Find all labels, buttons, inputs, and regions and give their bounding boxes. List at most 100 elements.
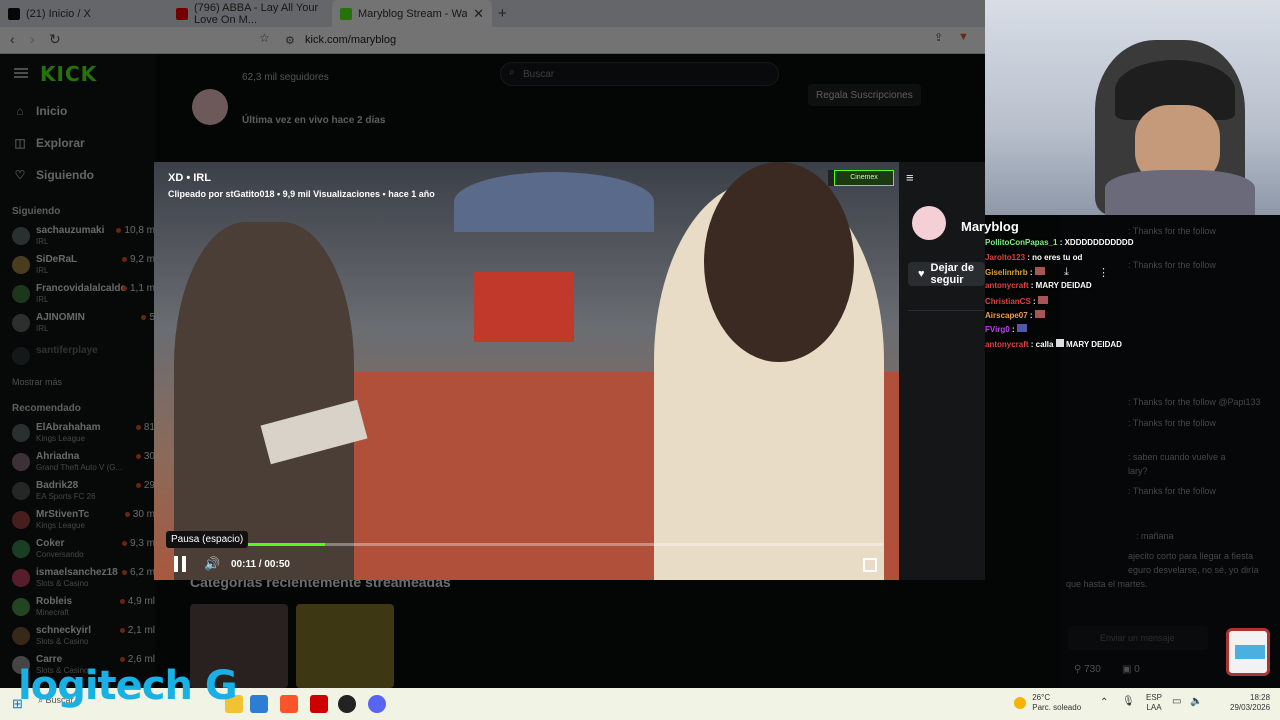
recommended-channel[interactable]: schneckyirl Slots & Casino 2,1 ml [12, 625, 155, 651]
app-icon[interactable] [310, 695, 328, 713]
chat-stat-points: ▣ 0 [1122, 664, 1140, 675]
nav-label: Siguiendo [36, 168, 94, 182]
chat-message: que hasta el martes. [1066, 579, 1148, 589]
avatar [12, 511, 30, 529]
recommended-channel[interactable]: Robleis Minecraft 4,9 ml [12, 596, 155, 622]
clock[interactable]: 18:28 29/03/2026 [1230, 693, 1270, 713]
forward-icon[interactable]: › [30, 31, 35, 47]
bookmark-icon[interactable]: ☆ [259, 31, 270, 45]
compass-icon: ◫ [14, 136, 26, 150]
clip-video[interactable]: XD • IRL Clipeado por stGatito018 • 9,9 … [154, 162, 899, 580]
clock-time: 18:28 [1250, 693, 1271, 702]
volume-icon[interactable]: 🔊 [204, 556, 220, 572]
volume-icon[interactable]: 🔈 [1190, 696, 1202, 707]
following-channel[interactable]: AJINOMIN IRL 5 [12, 312, 155, 338]
browser-tab-bar: (21) Inicio / X (796) ABBA - Lay All You… [0, 0, 985, 27]
category-thumbnail[interactable] [296, 604, 394, 688]
nav-siguiendo[interactable]: ♡ Siguiendo [14, 168, 94, 182]
new-tab-icon[interactable]: + [498, 5, 507, 22]
chat-message: : Thanks for the follow @Papi133 [1128, 397, 1261, 407]
channel-name: ismaelsanchez18 [36, 567, 118, 578]
nav-label: Inicio [36, 104, 68, 118]
following-channel[interactable]: SiDeRaL IRL 9,2 m [12, 254, 155, 280]
webcam-feed [985, 0, 1280, 215]
recommended-channel[interactable]: Ahriadna Grand Theft Auto V (G... 30 [12, 451, 155, 477]
channel-name: Coker [36, 538, 65, 549]
progress-bar[interactable] [168, 543, 883, 546]
channel-name: schneckyirl [36, 625, 92, 636]
menu-icon[interactable] [14, 68, 28, 78]
overlay-chat-line: FVirg0 : [985, 324, 1027, 334]
chat-message-input[interactable]: Enviar un mensaje [1068, 626, 1208, 650]
network-icon[interactable]: ▭ [1172, 696, 1181, 707]
overlay-chat-line: Airscape07 : [985, 310, 1045, 320]
temperature: 26°C [1032, 693, 1051, 702]
download-icon[interactable]: ⤓ [1064, 266, 1069, 279]
recommended-channel[interactable]: MrStivenTc Kings League 30 m [12, 509, 155, 535]
chat-user: PollitoConPapas_1 [985, 238, 1058, 247]
collapse-panel-icon[interactable]: ≡ [906, 170, 914, 185]
url-field[interactable]: kick.com/maryblog [305, 34, 396, 46]
chat-text: no eres tu od [1032, 253, 1083, 262]
emote-icon [1016, 324, 1027, 332]
tab-youtube[interactable]: (796) ABBA - Lay All Your Love On M... [168, 0, 330, 27]
channel-name: Francovidalalcalde [36, 283, 127, 294]
time-display: 00:11 / 00:50 [231, 559, 290, 570]
channel-name: AJINOMIN [36, 312, 85, 323]
nav-inicio[interactable]: ⌂ Inicio [14, 104, 67, 118]
microphone-icon[interactable]: 🎙 [1122, 696, 1135, 707]
discord-icon[interactable] [368, 695, 386, 713]
brave-icon[interactable]: ▼ [958, 31, 969, 43]
chat-message: : Thanks for the follow [1128, 418, 1216, 428]
back-icon[interactable]: ‹ [10, 31, 15, 47]
recommended-heading: Recomendado [12, 403, 81, 414]
store-icon[interactable] [250, 695, 268, 713]
brave-icon[interactable] [280, 695, 298, 713]
pause-button[interactable] [174, 556, 188, 572]
chat-stat-viewers: ⚲ 730 [1074, 664, 1101, 675]
live-dot-icon [121, 257, 127, 262]
pause-bar [174, 556, 178, 572]
obs-icon[interactable] [338, 695, 356, 713]
x-logo-icon [8, 7, 20, 20]
language-indicator[interactable]: ESP LAA [1146, 693, 1162, 713]
chevron-up-icon[interactable]: ⌃ [1100, 697, 1108, 708]
more-options-icon[interactable]: ⋮ [1098, 266, 1109, 279]
cart-shape [474, 272, 574, 342]
overlay-chat-line: PollitoConPapas_1 : XDDDDDDDDDDD [985, 238, 1134, 247]
following-channel[interactable]: santiferplaye [12, 345, 155, 371]
close-tab-icon[interactable]: ✕ [473, 6, 484, 22]
nav-explorar[interactable]: ◫ Explorar [14, 136, 84, 150]
channel-game: Slots & Casino [36, 637, 89, 646]
recommended-channel[interactable]: Badrik28 EA Sports FC 26 29 [12, 480, 155, 506]
channel-avatar[interactable] [912, 206, 946, 240]
weather-widget[interactable]: 26°C Parc. soleado [1014, 693, 1081, 713]
gift-subscriptions-button[interactable]: Regala Suscripciones [808, 84, 921, 106]
following-channel[interactable]: sachauzumaki IRL 10,8 m [12, 225, 155, 251]
show-more-link[interactable]: Mostrar más [12, 377, 62, 387]
recommended-channel[interactable]: Coker Conversando 9,3 m [12, 538, 155, 564]
unfollow-button[interactable]: ♥ Dejar de seguir [908, 262, 985, 286]
search-input[interactable]: ⌕ Buscar [500, 62, 779, 86]
channel-game: Kings League [36, 521, 85, 530]
recommended-channel[interactable]: ElAbrahaham Kings League 81 [12, 422, 155, 448]
reload-icon[interactable]: ↻ [49, 31, 61, 48]
chat-message: : mañana [1136, 531, 1174, 541]
live-dot-icon [119, 599, 125, 604]
viewer-count-value: 10,8 m [124, 225, 155, 236]
tab-kick[interactable]: Maryblog Stream - Watch Liv... ✕ [332, 0, 492, 27]
following-channel[interactable]: Francovidalalcalde IRL 1,1 m [12, 283, 155, 309]
search-placeholder: Buscar [523, 69, 555, 80]
fullscreen-icon[interactable] [863, 558, 877, 572]
share-icon[interactable]: ⇪ [934, 31, 943, 44]
recommended-channel[interactable]: ismaelsanchez18 Slots & Casino 6,2 m [12, 567, 155, 593]
avatar [12, 347, 30, 365]
tab-x[interactable]: (21) Inicio / X [0, 0, 168, 27]
viewer-count-value: 2,1 ml [127, 625, 155, 636]
live-dot-icon [141, 315, 147, 320]
avatar [12, 627, 30, 645]
channel-name[interactable]: Maryblog [961, 219, 1019, 234]
site-settings-icon[interactable]: ⚙ [285, 34, 295, 47]
kick-logo[interactable]: KICK [40, 62, 97, 86]
chat-user: antonycraft [985, 281, 1029, 290]
